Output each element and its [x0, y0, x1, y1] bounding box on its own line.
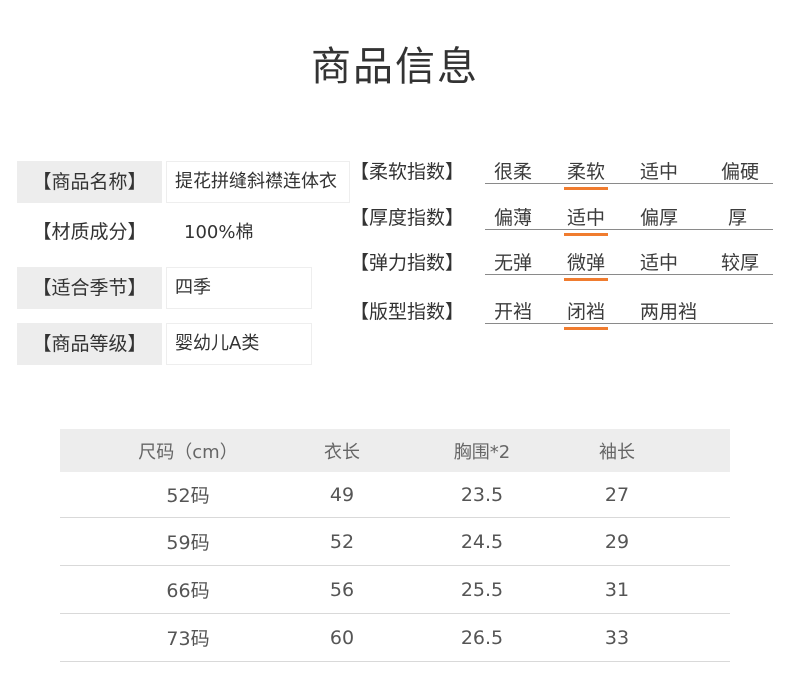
table-cell: 66码: [166, 580, 210, 602]
attr-label-name: 【商品名称】: [17, 161, 162, 203]
header-chest: 胸围*2: [453, 441, 511, 463]
attr-value-season: 四季: [166, 267, 312, 309]
index-label-softness: 【柔软指数】: [350, 161, 465, 183]
table-cell: 25.5: [460, 578, 504, 601]
attr-label-season: 【适合季节】: [17, 267, 162, 309]
index-label-elasticity: 【弹力指数】: [350, 252, 465, 274]
index-label-fit: 【版型指数】: [350, 301, 465, 323]
header-size: 尺码（cm）: [138, 441, 238, 463]
index-label-thickness: 【厚度指数】: [350, 207, 465, 229]
table-cell: 52码: [166, 485, 210, 507]
table-cell: 60: [329, 626, 355, 649]
table-cell: 26.5: [460, 626, 504, 649]
index-option-selected: 闭裆: [563, 297, 609, 330]
table-row: 52码 49 23.5 27: [60, 472, 730, 518]
index-option: 很柔: [494, 161, 533, 183]
header-length: 衣长: [324, 441, 360, 463]
attr-value-name: 提花拼缝斜襟连体衣: [166, 161, 350, 203]
table-cell: 27: [604, 483, 630, 506]
index-option-selected: 柔软: [563, 157, 609, 190]
attr-label-material: 【材质成分】: [32, 221, 147, 243]
index-option: 偏硬: [721, 161, 760, 183]
table-cell: 33: [604, 626, 630, 649]
table-cell: 29: [604, 530, 630, 553]
index-option-selected: 适中: [563, 203, 609, 236]
attr-value-material: 100%棉: [166, 213, 326, 255]
index-option: 偏薄: [494, 207, 533, 229]
table-header: 尺码（cm） 衣长 胸围*2 袖长: [60, 429, 730, 472]
index-option: 偏厚: [640, 207, 679, 229]
table-cell: 23.5: [460, 483, 504, 506]
index-option: 较厚: [721, 252, 760, 274]
table-cell: 56: [329, 578, 355, 601]
page-title: 商品信息: [311, 44, 479, 90]
attr-value-grade: 婴幼儿A类: [166, 323, 312, 365]
table-cell: 49: [329, 483, 355, 506]
size-table: 尺码（cm） 衣长 胸围*2 袖长 52码 49 23.5 27 59码 52 …: [60, 429, 730, 662]
table-row: 66码 56 25.5 31: [60, 566, 730, 614]
table-row: 59码 52 24.5 29: [60, 518, 730, 566]
header-sleeve: 袖长: [599, 441, 635, 463]
index-option: 开裆: [494, 301, 533, 323]
index-option: 适中: [640, 161, 679, 183]
table-cell: 73码: [166, 628, 210, 650]
index-option: 适中: [640, 252, 679, 274]
table-cell: 59码: [166, 532, 210, 554]
index-option: 厚: [728, 207, 748, 229]
attr-label-grade: 【商品等级】: [17, 323, 162, 365]
table-cell: 31: [604, 578, 630, 601]
index-option: 两用裆: [640, 301, 698, 323]
table-row: 73码 60 26.5 33: [60, 614, 730, 662]
table-cell: 24.5: [460, 530, 504, 553]
table-cell: 52: [329, 530, 355, 553]
index-option-selected: 微弹: [563, 248, 609, 281]
index-option: 无弹: [494, 252, 533, 274]
